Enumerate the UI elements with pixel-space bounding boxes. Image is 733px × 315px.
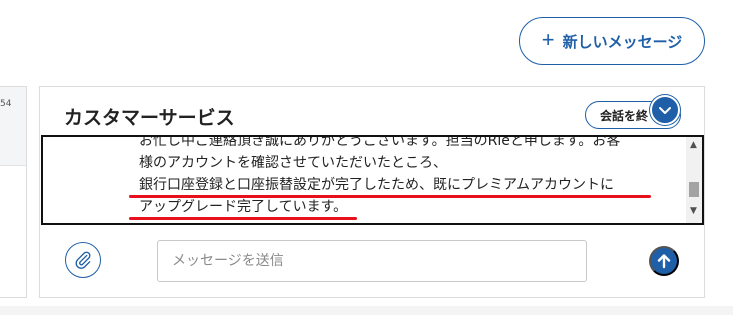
message-area: お忙し中ご連絡頂き誠にありがとうございます。担当のRieと申します。お客 様のア…	[41, 135, 704, 225]
highlighted-message-line: 銀行口座登録と口座振替設定が完了したため、既にプレミアムアカウントに	[129, 174, 659, 198]
send-button[interactable]	[649, 246, 679, 276]
new-message-button[interactable]: + 新しいメッセージ	[519, 17, 705, 65]
message-line: 様のアカウントを確認させていただいたところ、	[139, 155, 447, 171]
conversation-time: 54	[0, 99, 12, 109]
new-message-label: 新しいメッセージ	[562, 33, 683, 51]
message-line: お忙し中ご連絡頂き誠にありがとうございます。担当のRieと申します。お客	[139, 135, 621, 149]
chevron-down-icon	[659, 107, 671, 114]
page-footer-strip	[0, 306, 733, 315]
scroll-down-icon[interactable]: ▼	[690, 207, 697, 216]
red-underline	[129, 217, 357, 220]
collapse-button[interactable]	[650, 95, 680, 125]
attach-button[interactable]	[65, 242, 101, 278]
end-chat-label: 会話を終	[600, 108, 649, 123]
arrow-up-icon	[657, 254, 671, 269]
agent-message: お忙し中ご連絡頂き誠にありがとうございます。担当のRieと申します。お客 様のア…	[129, 135, 659, 220]
paperclip-icon	[75, 251, 91, 269]
chat-title: カスタマーサービス	[64, 107, 235, 129]
plus-icon: +	[541, 27, 555, 52]
messages-page: + 新しいメッセージ 54 カスタマーサービス 会話を終 お忙し中ご連絡頂き誠に…	[0, 0, 733, 315]
scrollbar[interactable]: ▲ ▼	[686, 137, 702, 223]
highlighted-message-line: アップグレード完了しています。	[129, 196, 659, 220]
conversation-list-item[interactable]: 54	[0, 87, 26, 166]
scroll-up-icon[interactable]: ▲	[690, 141, 697, 150]
chat-window: カスタマーサービス 会話を終 お忙し中ご連絡頂き誠にありがとうございます。担当の…	[39, 86, 705, 298]
conversation-list: 54	[0, 86, 27, 298]
scrollbar-thumb[interactable]	[689, 182, 699, 197]
message-input[interactable]	[157, 240, 587, 282]
